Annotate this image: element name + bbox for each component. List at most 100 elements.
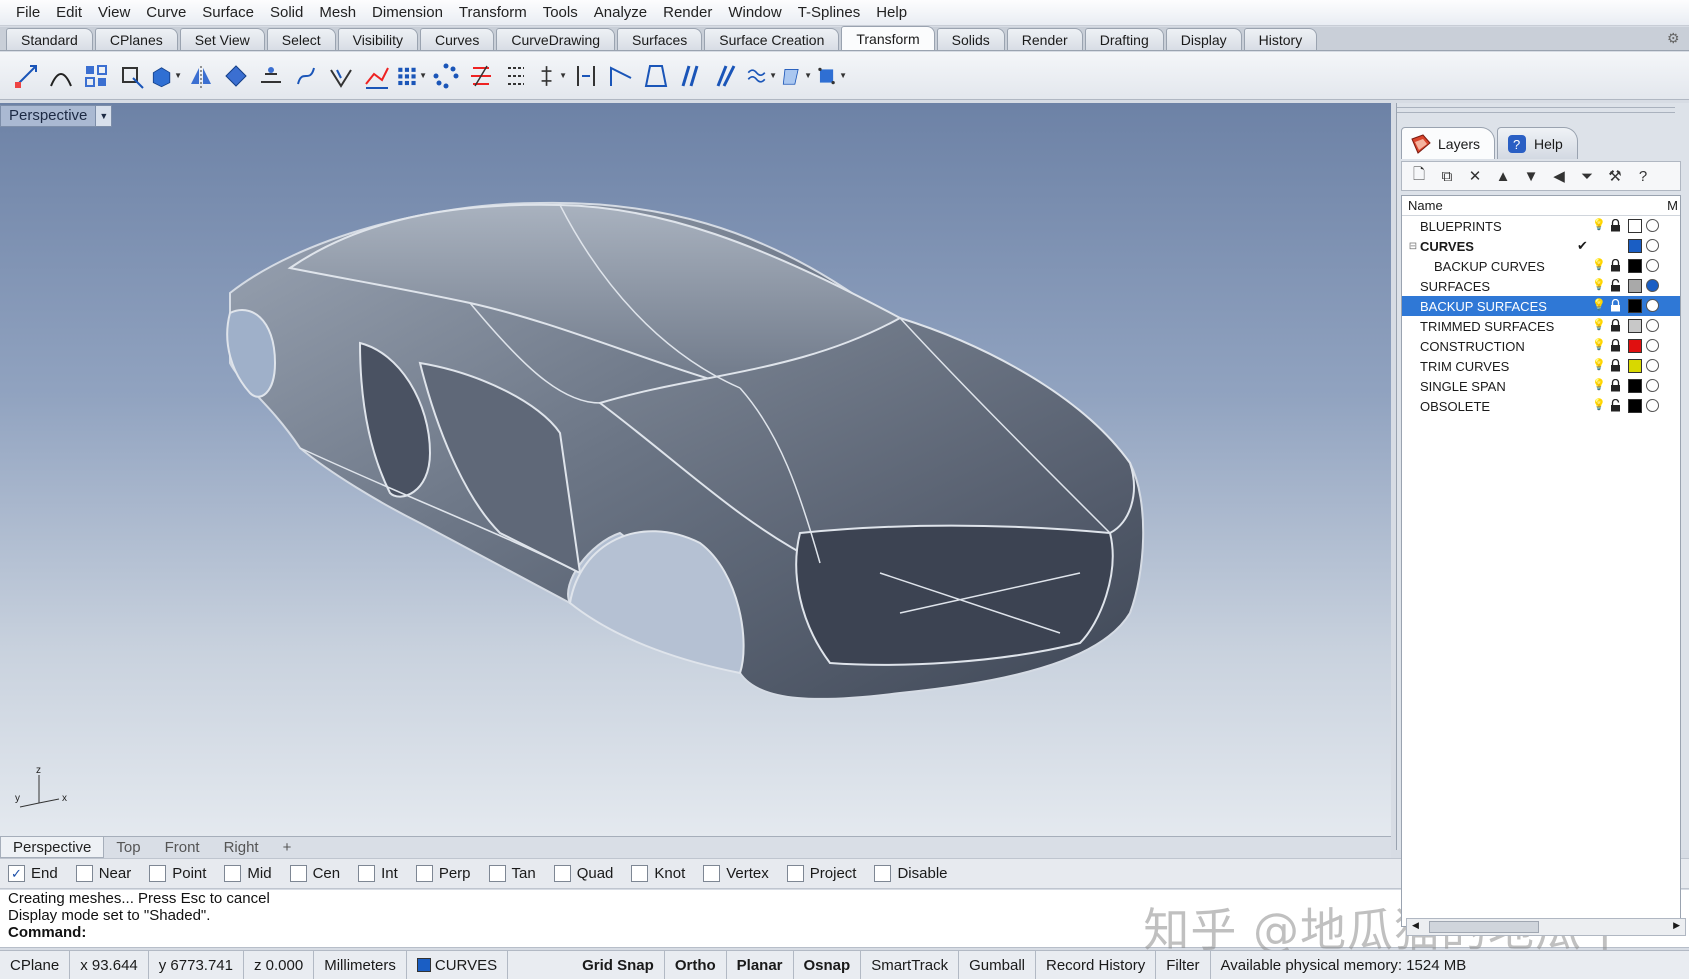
array-icon[interactable] xyxy=(80,60,112,92)
layer-color-swatch[interactable] xyxy=(1628,379,1642,393)
layer-color-swatch[interactable] xyxy=(1628,319,1642,333)
view-tab-perspective[interactable]: Perspective xyxy=(0,837,105,858)
material-icon[interactable] xyxy=(1646,239,1659,252)
layer-row[interactable]: SURFACES 💡 xyxy=(1402,276,1680,296)
lock-icon[interactable] xyxy=(1610,379,1621,392)
layer-color-swatch[interactable] xyxy=(1628,339,1642,353)
planar-toggle[interactable]: Planar xyxy=(727,951,794,979)
osnap-vertex[interactable]: Vertex xyxy=(703,865,769,882)
cage-edit-icon[interactable]: ▼ xyxy=(745,60,777,92)
tab-curvedrawing[interactable]: CurveDrawing xyxy=(496,28,616,50)
stretch-icon[interactable] xyxy=(570,60,602,92)
array-polar-icon[interactable] xyxy=(430,60,462,92)
osnap-project[interactable]: Project xyxy=(786,865,856,882)
osnap-disable[interactable]: Disable xyxy=(874,865,948,882)
car-body-model[interactable] xyxy=(0,103,1391,836)
layer-row[interactable]: ⊟ CURVES ✔ xyxy=(1402,236,1680,256)
box-edit-icon[interactable]: ▼ xyxy=(150,60,182,92)
flow-icon[interactable] xyxy=(360,60,392,92)
mirror-icon[interactable] xyxy=(185,60,217,92)
add-view-icon[interactable]: + xyxy=(271,837,304,858)
lock-icon[interactable] xyxy=(1610,299,1621,312)
menu-edit[interactable]: Edit xyxy=(48,4,90,21)
panel-grip[interactable] xyxy=(1397,107,1675,113)
setpt-icon[interactable]: ▼ xyxy=(780,60,812,92)
layer-row[interactable]: BACKUP CURVES 💡 xyxy=(1402,256,1680,276)
layer-row[interactable]: BACKUP SURFACES 💡 xyxy=(1402,296,1680,316)
osnap-checkbox[interactable] xyxy=(703,865,721,882)
new-layer-icon[interactable]: 🗋 xyxy=(1408,165,1430,187)
filter-button[interactable]: Filter xyxy=(1156,951,1211,979)
layer-list-scrollbar[interactable]: ◀ ▶ xyxy=(1406,918,1686,936)
tab-standard[interactable]: Standard xyxy=(6,28,93,50)
material-icon[interactable] xyxy=(1646,279,1659,292)
unlock-icon[interactable] xyxy=(1610,399,1621,412)
lightbulb-icon[interactable]: 💡 xyxy=(1592,358,1606,371)
lock-icon[interactable] xyxy=(1610,339,1621,352)
lightbulb-icon[interactable]: 💡 xyxy=(1592,258,1606,271)
osnap-quad[interactable]: Quad xyxy=(553,865,613,882)
layer-row[interactable]: SINGLE SPAN 💡 xyxy=(1402,376,1680,396)
orient-icon[interactable] xyxy=(220,60,252,92)
layer-color-swatch[interactable] xyxy=(1628,399,1642,413)
tab-curves[interactable]: Curves xyxy=(419,28,495,50)
layer-row[interactable]: TRIM CURVES 💡 xyxy=(1402,356,1680,376)
material-icon[interactable] xyxy=(1646,319,1659,332)
move-up-icon[interactable]: ▲ xyxy=(1492,165,1514,187)
material-icon[interactable] xyxy=(1646,219,1659,232)
osnap-tan[interactable]: Tan xyxy=(488,865,536,882)
new-sublayer-icon[interactable]: ⧉ xyxy=(1436,165,1458,187)
smarttrack-toggle[interactable]: SmartTrack xyxy=(861,951,960,979)
distribute-icon[interactable] xyxy=(500,60,532,92)
unlock-icon[interactable] xyxy=(1610,279,1621,292)
tab-transform[interactable]: Transform xyxy=(841,26,935,50)
lock-icon[interactable] xyxy=(1610,219,1621,232)
shear-icon[interactable] xyxy=(605,60,637,92)
tab-layers[interactable]: Layers xyxy=(1401,127,1496,159)
viewport-title[interactable]: Perspective ▼ xyxy=(0,105,113,127)
layer-color-swatch[interactable] xyxy=(1628,219,1642,233)
menu-curve[interactable]: Curve xyxy=(138,4,194,21)
menu-window[interactable]: Window xyxy=(720,4,789,21)
tab-select[interactable]: Select xyxy=(266,28,336,50)
menu-transform[interactable]: Transform xyxy=(451,4,535,21)
gear-icon[interactable]: ⚙ xyxy=(1667,30,1683,46)
tab-visibility[interactable]: Visibility xyxy=(337,28,418,50)
tab-cplanes[interactable]: CPlanes xyxy=(94,28,178,50)
move-icon[interactable] xyxy=(10,60,42,92)
osnap-checkbox[interactable] xyxy=(488,865,506,882)
tab-display[interactable]: Display xyxy=(1165,28,1242,50)
menu-help[interactable]: Help xyxy=(868,4,915,21)
osnap-cen[interactable]: Cen xyxy=(289,865,340,882)
record-history-toggle[interactable]: Record History xyxy=(1036,951,1157,979)
layer-row[interactable]: BLUEPRINTS 💡 xyxy=(1402,216,1680,236)
project-icon[interactable] xyxy=(255,60,287,92)
tab-history[interactable]: History xyxy=(1243,28,1318,50)
layer-color-swatch[interactable] xyxy=(1628,279,1642,293)
osnap-checkbox[interactable] xyxy=(149,865,167,882)
menu-view[interactable]: View xyxy=(90,4,138,21)
grid-snap-toggle[interactable]: Grid Snap xyxy=(572,951,665,979)
menu-analyze[interactable]: Analyze xyxy=(586,4,655,21)
collapse-icon[interactable]: ⊟ xyxy=(1406,241,1420,252)
column-name-header[interactable]: Name xyxy=(1408,198,1443,213)
view-tab-front[interactable]: Front xyxy=(153,837,212,858)
material-icon[interactable] xyxy=(1646,339,1659,352)
flow-along-srf-icon[interactable] xyxy=(640,60,672,92)
status-units[interactable]: Millimeters xyxy=(314,951,407,979)
osnap-checkbox[interactable]: ✓ xyxy=(8,865,25,882)
lightbulb-icon[interactable]: 💡 xyxy=(1592,278,1606,291)
menu-solid[interactable]: Solid xyxy=(262,4,311,21)
move-parent-icon[interactable]: ◀ xyxy=(1548,165,1570,187)
osnap-checkbox[interactable] xyxy=(874,865,892,882)
twist-icon[interactable] xyxy=(290,60,322,92)
lightbulb-icon[interactable]: 💡 xyxy=(1592,298,1606,311)
move-down-icon[interactable]: ▼ xyxy=(1520,165,1542,187)
osnap-checkbox[interactable] xyxy=(786,865,804,882)
menu-tools[interactable]: Tools xyxy=(535,4,586,21)
layer-row[interactable]: OBSOLETE 💡 xyxy=(1402,396,1680,416)
gumball-toggle[interactable]: Gumball xyxy=(959,951,1036,979)
tab-surface-creation[interactable]: Surface Creation xyxy=(704,28,840,50)
scroll-left-icon[interactable]: ◀ xyxy=(1412,920,1419,931)
tools-icon[interactable]: ⚒ xyxy=(1604,165,1626,187)
